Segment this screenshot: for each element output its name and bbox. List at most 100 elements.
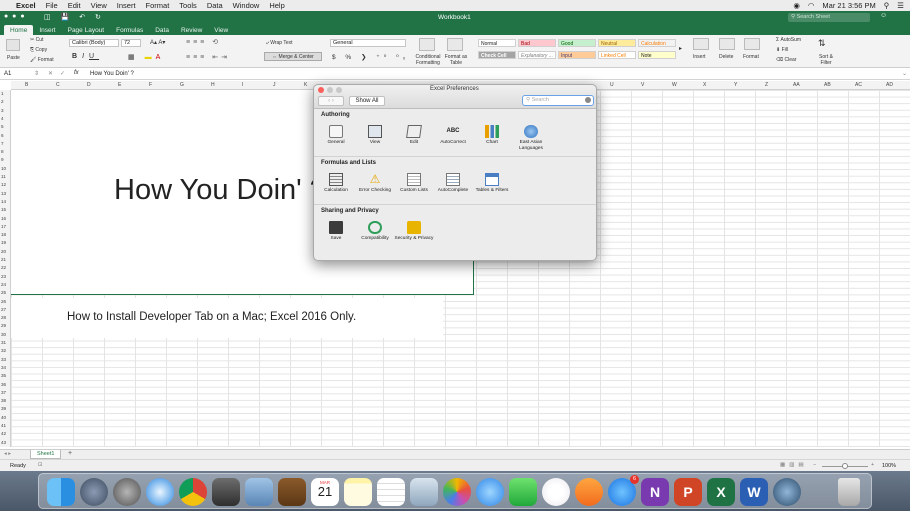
quick-access-toolbar[interactable]: ◫ 💾 ↶ ↻ — [44, 13, 105, 21]
onenote-icon[interactable]: N — [641, 478, 669, 506]
format-painter-button[interactable]: 🖌 Format — [30, 57, 54, 63]
row-header[interactable]: 22 — [1, 265, 6, 270]
pref-tables-filters[interactable]: Tables & Filters — [472, 173, 512, 194]
row-header[interactable]: 12 — [1, 182, 6, 187]
column-header[interactable]: V — [641, 82, 644, 88]
column-header[interactable]: J — [273, 82, 276, 88]
row-header[interactable]: 38 — [1, 398, 6, 403]
pref-general[interactable]: General — [316, 125, 356, 146]
column-header[interactable]: AA — [793, 82, 800, 88]
row-header[interactable]: 13 — [1, 191, 6, 196]
row-header[interactable]: 10 — [1, 166, 6, 171]
calendar-icon[interactable]: MAR 21 — [311, 478, 339, 506]
row-header[interactable]: 41 — [1, 423, 6, 428]
format-cells-icon[interactable] — [744, 38, 760, 50]
preferences-search-input[interactable]: ⚲ Search — [522, 95, 594, 106]
tab-insert[interactable]: Insert — [33, 25, 61, 35]
style-check-cell[interactable]: Check Cell — [478, 51, 516, 59]
sort-filter-button[interactable]: Sort & Filter — [815, 54, 837, 66]
pref-error-checking[interactable]: ⚠ Error Checking — [355, 173, 395, 194]
row-header[interactable]: 39 — [1, 406, 6, 411]
style-normal[interactable]: Normal — [478, 39, 516, 47]
wrap-text-button[interactable]: ⤶ Wrap Text — [266, 40, 293, 46]
tab-formulas[interactable]: Formulas — [110, 25, 149, 35]
style-linked-cell[interactable]: Linked Cell — [598, 51, 636, 59]
align-horizontal-icons[interactable]: ≡≡≡ ⇤⇥ — [186, 53, 230, 61]
conditional-formatting-icon[interactable] — [419, 38, 435, 51]
align-top-icons[interactable]: ≡≡≡ ⟲ — [186, 38, 221, 46]
row-header[interactable]: 3 — [1, 108, 4, 113]
pref-chart[interactable]: Chart — [472, 125, 512, 146]
row-header[interactable]: 23 — [1, 274, 6, 279]
column-header[interactable]: AB — [824, 82, 831, 88]
paste-icon[interactable] — [6, 39, 20, 51]
name-box[interactable]: A1 — [4, 71, 11, 77]
column-header[interactable]: D — [87, 82, 91, 88]
number-format-icons[interactable]: $ % ❯ ⁺⁰ ⁰₀ — [332, 53, 409, 61]
excel-icon[interactable]: X — [707, 478, 735, 506]
sort-filter-icon[interactable]: ⇅ — [818, 38, 826, 49]
row-header[interactable]: 19 — [1, 240, 6, 245]
pref-autocomplete[interactable]: AutoComplete — [433, 173, 473, 194]
number-format-select[interactable]: General — [330, 39, 406, 47]
row-header[interactable]: 36 — [1, 382, 6, 387]
user-icon[interactable]: ☺ — [880, 12, 887, 19]
ibooks-icon[interactable] — [575, 478, 603, 506]
notes-icon[interactable] — [344, 478, 372, 506]
pref-custom-lists[interactable]: Custom Lists — [394, 173, 434, 194]
format-cells-button[interactable]: Format — [743, 54, 759, 60]
menu-file[interactable]: File — [46, 1, 58, 10]
font-name-select[interactable]: Calibri (Body) — [69, 39, 119, 47]
row-header[interactable]: 40 — [1, 415, 6, 420]
facetime-icon[interactable] — [509, 478, 537, 506]
clock[interactable]: Mar 21 3:56 PM — [822, 1, 875, 10]
close-window-icon[interactable] — [318, 87, 324, 93]
row-header[interactable]: 42 — [1, 431, 6, 436]
column-header[interactable]: I — [242, 82, 243, 88]
name-box-dropdown-icon[interactable]: ⇕ — [34, 70, 39, 77]
delete-cells-icon[interactable] — [719, 38, 735, 50]
minimize-window-icon[interactable] — [327, 87, 333, 93]
reminders-icon[interactable] — [377, 478, 405, 506]
insert-function-icon[interactable]: fx — [74, 70, 79, 76]
tab-view[interactable]: View — [208, 25, 234, 35]
column-header[interactable]: K — [304, 82, 307, 88]
column-header[interactable]: AC — [855, 82, 862, 88]
column-header[interactable]: B — [25, 82, 28, 88]
preview-icon[interactable] — [245, 478, 273, 506]
zoom-in-icon[interactable]: + — [871, 462, 874, 468]
row-header[interactable]: 4 — [1, 116, 4, 121]
conditional-formatting-button[interactable]: Conditional Formatting — [413, 54, 443, 66]
row-header[interactable]: 14 — [1, 199, 6, 204]
notebook-icon[interactable] — [278, 478, 306, 506]
show-all-button[interactable]: Show All — [349, 96, 385, 106]
pref-calculation[interactable]: Calculation — [316, 173, 356, 194]
pref-east-asian-languages[interactable]: East Asian Languages — [511, 125, 551, 151]
row-header[interactable]: 30 — [1, 332, 6, 337]
wifi-icon[interactable]: ◠ — [808, 1, 815, 10]
row-header[interactable]: 34 — [1, 365, 6, 370]
app-menu[interactable]: Excel — [16, 1, 36, 10]
menu-window[interactable]: Window — [233, 1, 260, 10]
pref-autocorrect[interactable]: ABC AutoCorrect — [433, 125, 473, 146]
pref-view[interactable]: View — [355, 125, 395, 146]
row-header[interactable]: 37 — [1, 390, 6, 395]
safari-icon[interactable] — [146, 478, 174, 506]
launchpad-icon[interactable] — [80, 478, 108, 506]
autosum-button[interactable]: Σ AutoSum — [776, 37, 801, 43]
record-icon[interactable]: ◉ — [793, 1, 800, 10]
back-forward-buttons[interactable]: ‹ › — [318, 96, 344, 106]
chrome-icon[interactable] — [179, 478, 207, 506]
style-explanatory[interactable]: Explanatory ... — [518, 51, 556, 59]
cut-button[interactable]: ✂ Cut — [30, 37, 43, 43]
pref-edit[interactable]: Edit — [394, 125, 434, 146]
photo-viewer-icon[interactable] — [410, 478, 438, 506]
row-header[interactable]: 16 — [1, 216, 6, 221]
menu-insert[interactable]: Insert — [117, 1, 136, 10]
row-header[interactable]: 5 — [1, 124, 4, 129]
sheet-nav-arrows-icon[interactable]: ◂ ▸ — [4, 451, 11, 457]
itunes-icon[interactable] — [542, 478, 570, 506]
styles-more-icon[interactable]: ▸ — [679, 45, 682, 52]
format-as-table-icon[interactable] — [447, 38, 463, 51]
menu-help[interactable]: Help — [269, 1, 284, 10]
